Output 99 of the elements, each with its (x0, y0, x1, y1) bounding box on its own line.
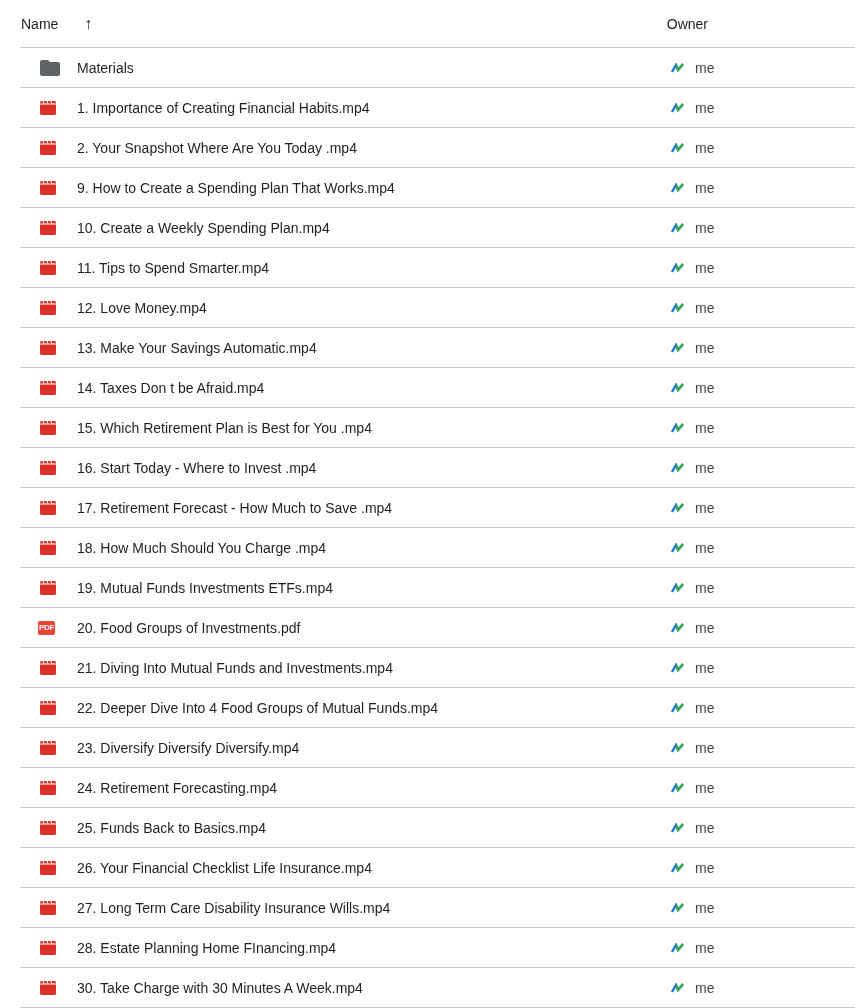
avatar-icon (671, 62, 685, 73)
file-name[interactable]: 2. Your Snapshot Where Are You Today .mp4 (77, 139, 357, 156)
file-name[interactable]: 9. How to Create a Spending Plan That Works.mp4 (77, 179, 395, 196)
owner-name: me (695, 419, 715, 436)
avatar-icon (671, 462, 685, 473)
file-name[interactable]: 21. Diving Into Mutual Funds and Investments.mp4 (77, 659, 393, 676)
video-icon (40, 180, 56, 195)
video-icon (40, 860, 56, 875)
file-name[interactable]: 20. Food Groups of Investments.pdf (77, 619, 301, 636)
avatar-icon (671, 382, 685, 393)
file-name[interactable]: 18. How Much Should You Charge .mp4 (77, 539, 327, 556)
file-name[interactable]: 26. Your Financial Checklist Life Insurance.mp4 (77, 859, 372, 876)
video-icon (40, 820, 56, 835)
file-name[interactable]: 10. Create a Weekly Spending Plan.mp4 (77, 219, 330, 236)
video-icon (40, 420, 56, 435)
video-icon (40, 660, 56, 675)
folder-icon (40, 59, 60, 76)
file-name[interactable]: 12. Love Money.mp4 (77, 299, 207, 316)
avatar-icon (671, 302, 685, 313)
file-name[interactable]: 15. Which Retirement Plan is Best for You .mp4 (77, 419, 372, 436)
avatar-icon (671, 902, 685, 913)
file-name[interactable]: 28. Estate Planning Home FInancing.mp4 (77, 939, 337, 956)
video-icon (40, 340, 56, 355)
file-name[interactable]: 22. Deeper Dive Into 4 Food Groups of Mutual Funds.mp4 (77, 699, 439, 716)
avatar-icon (671, 702, 685, 713)
file-name[interactable]: 17. Retirement Forecast - How Much to Save .mp4 (77, 499, 393, 516)
avatar-icon (671, 942, 685, 953)
video-icon (40, 220, 56, 235)
owner-name: me (695, 179, 715, 196)
owner-name: me (695, 259, 715, 276)
owner-name: me (695, 899, 715, 916)
owner-name: me (695, 819, 715, 836)
sort-arrow[interactable]: ↑ (84, 14, 93, 33)
avatar-icon (671, 542, 685, 553)
owner-name: me (695, 379, 715, 396)
avatar-icon (671, 222, 685, 233)
owner-name: me (695, 299, 715, 316)
file-name[interactable]: 30. Take Charge with 30 Minutes A Week.mp4 (77, 979, 363, 996)
avatar-icon (671, 622, 685, 633)
video-icon (40, 980, 56, 995)
avatar-icon (671, 142, 685, 153)
file-name[interactable]: Materials (77, 59, 134, 76)
owner-name: me (695, 459, 715, 476)
avatar-icon (671, 662, 685, 673)
owner-name: me (695, 939, 715, 956)
video-icon (40, 780, 56, 795)
avatar-icon (671, 582, 685, 593)
avatar-icon (671, 102, 685, 113)
avatar-icon (671, 502, 685, 513)
owner-name: me (695, 59, 715, 76)
avatar-icon (671, 262, 685, 273)
video-icon (40, 740, 56, 755)
owner-name: me (695, 99, 715, 116)
file-name[interactable]: 23. Diversify Diversify Diversify.mp4 (77, 739, 300, 756)
owner-name: me (695, 579, 715, 596)
owner-name: me (695, 539, 715, 556)
file-name[interactable]: 19. Mutual Funds Investments ETFs.mp4 (77, 579, 333, 596)
owner-name: me (695, 739, 715, 756)
video-icon (40, 380, 56, 395)
video-icon (40, 580, 56, 595)
owner-name: me (695, 499, 715, 516)
video-icon (40, 900, 56, 915)
video-icon (40, 500, 56, 515)
file-name[interactable]: 14. Taxes Don t be Afraid.mp4 (77, 379, 265, 396)
avatar-icon (671, 862, 685, 873)
video-icon (40, 460, 56, 475)
file-name[interactable]: 24. Retirement Forecasting.mp4 (77, 779, 277, 796)
owner-column-header[interactable]: Owner (666, 15, 708, 32)
video-icon (40, 700, 56, 715)
video-icon (40, 540, 56, 555)
owner-name: me (695, 619, 715, 636)
avatar-icon (671, 742, 685, 753)
owner-name: me (695, 779, 715, 796)
video-icon (40, 140, 56, 155)
owner-name: me (695, 219, 715, 236)
avatar-icon (671, 182, 685, 193)
file-name[interactable]: 1. Importance of Creating Financial Habits.mp4 (77, 99, 370, 116)
video-icon (40, 940, 56, 955)
video-icon (40, 300, 56, 315)
name-column-header[interactable]: Name (21, 15, 59, 32)
pdf-icon: PDF (38, 620, 56, 635)
owner-name: me (695, 699, 715, 716)
avatar-icon (671, 982, 685, 993)
file-name[interactable]: 13. Make Your Savings Automatic.mp4 (77, 339, 317, 356)
avatar-icon (671, 822, 685, 833)
avatar-icon (671, 782, 685, 793)
owner-name: me (695, 339, 715, 356)
video-icon (40, 260, 56, 275)
file-name[interactable]: 27. Long Term Care Disability Insurance Wills.mp4 (77, 899, 391, 916)
owner-name: me (695, 859, 715, 876)
owner-name: me (695, 139, 715, 156)
avatar-icon (671, 342, 685, 353)
owner-name: me (695, 979, 715, 996)
file-name[interactable]: 11. Tips to Spend Smarter.mp4 (77, 259, 269, 276)
file-name[interactable]: 25. Funds Back to Basics.mp4 (77, 819, 267, 836)
owner-name: me (695, 659, 715, 676)
avatar-icon (671, 422, 685, 433)
file-name[interactable]: 16. Start Today - Where to Invest .mp4 (77, 459, 317, 476)
video-icon (40, 100, 56, 115)
